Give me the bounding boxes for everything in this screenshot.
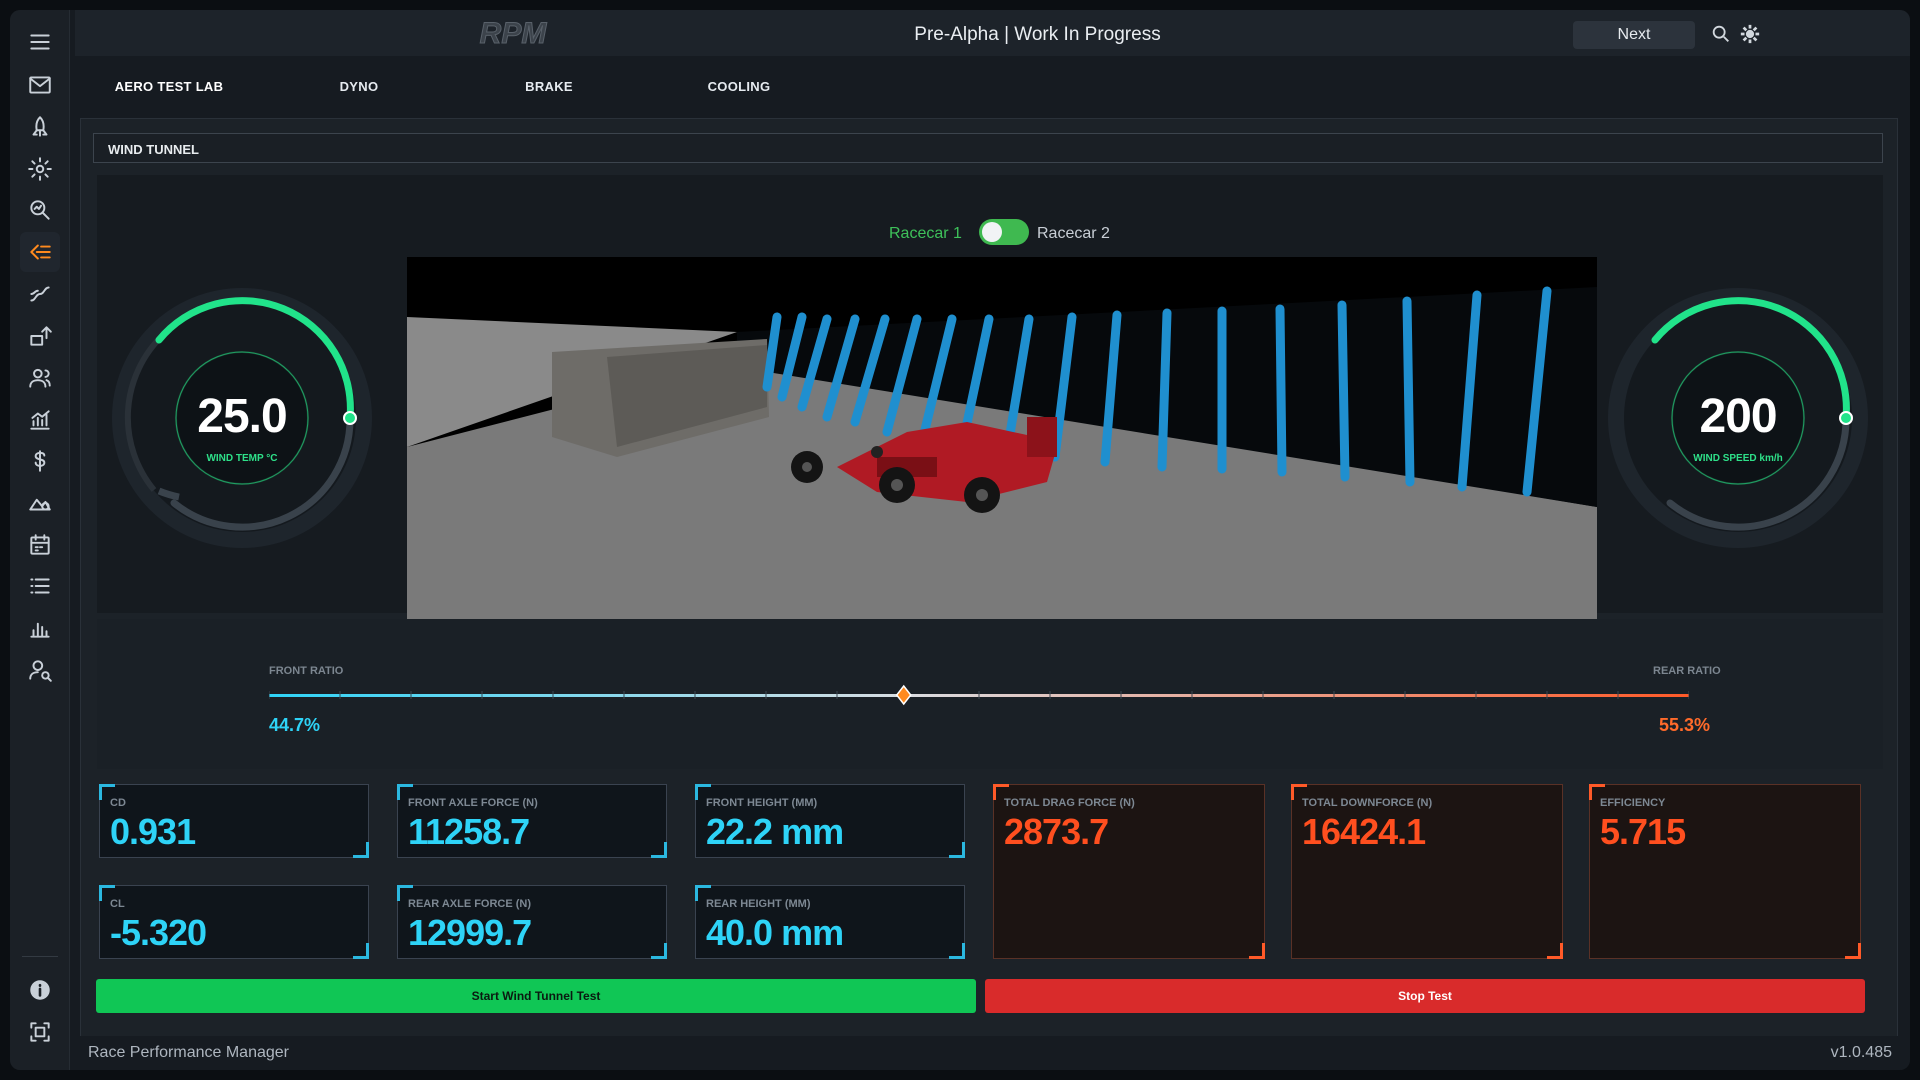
toggle-knob: [982, 222, 1002, 242]
menu-icon[interactable]: [20, 22, 60, 62]
cl-card: CL -5.320: [99, 885, 369, 959]
total-drag-label: TOTAL DRAG FORCE (N): [1004, 797, 1135, 809]
ratio-slider[interactable]: [269, 681, 1689, 711]
wind-temp-value: 25.0: [197, 390, 287, 443]
aero-icon[interactable]: [20, 232, 60, 272]
upgrade-icon[interactable]: [20, 316, 60, 356]
next-button[interactable]: Next: [1573, 21, 1695, 49]
racecar-1-label[interactable]: Racecar 1: [889, 225, 962, 243]
racecar-2-label[interactable]: Racecar 2: [1037, 225, 1110, 243]
tab-aero-test-lab[interactable]: AERO TEST LAB: [84, 66, 254, 106]
scout-icon[interactable]: [20, 650, 60, 690]
list-icon[interactable]: [20, 566, 60, 606]
rear-height-card: REAR HEIGHT (MM) 40.0 mm: [695, 885, 965, 959]
rear-axle-value: 12999.7: [408, 912, 532, 953]
mail-icon[interactable]: [20, 65, 60, 105]
ratio-area: FRONT RATIO REAR RATIO 44.7% 55.3%: [97, 619, 1883, 769]
rear-axle-label: REAR AXLE FORCE (N): [408, 898, 532, 910]
info-icon[interactable]: [20, 970, 60, 1010]
front-height-card: FRONT HEIGHT (MM) 22.2 mm: [695, 784, 965, 858]
ratio-thumb: [895, 684, 912, 706]
wind-tunnel-viewport[interactable]: [407, 257, 1597, 629]
cl-value: -5.320: [110, 912, 207, 953]
stop-test-button[interactable]: Stop Test: [985, 979, 1865, 1013]
cd-value: 0.931: [110, 811, 196, 852]
front-ratio-value: 44.7%: [269, 715, 321, 735]
dollar-icon[interactable]: [20, 441, 60, 481]
racecar-toggle[interactable]: [979, 219, 1029, 245]
rear-ratio-value: 55.3%: [1659, 715, 1711, 735]
wind-speed-label: WIND SPEED km/h: [1693, 453, 1783, 464]
front-axle-card: FRONT AXLE FORCE (N) 11258.7: [397, 784, 667, 858]
section-title: WIND TUNNEL: [108, 142, 199, 157]
sidebar-divider: [22, 956, 58, 957]
wind-speed-gauge: 200 WIND SPEED km/h: [1605, 285, 1871, 551]
app-window: RPM Pre-Alpha | Work In Progress Next AE…: [10, 10, 1910, 1070]
front-axle-label: FRONT AXLE FORCE (N): [408, 797, 538, 809]
section-header: WIND TUNNEL: [93, 133, 1883, 163]
curve-icon[interactable]: [20, 274, 60, 314]
cd-label: CD: [110, 797, 126, 809]
sidebar: [10, 10, 70, 1070]
front-height-value: 22.2 mm: [706, 811, 844, 852]
efficiency-label: EFFICIENCY: [1600, 797, 1666, 809]
tab-dyno[interactable]: DYNO: [274, 66, 444, 106]
efficiency-value: 5.715: [1600, 811, 1686, 852]
wind-tunnel-panel: WIND TUNNEL Racecar 1 Racecar 2 25.0 WIN…: [80, 118, 1898, 1038]
search-icon[interactable]: [1710, 23, 1732, 45]
rear-height-label: REAR HEIGHT (MM): [706, 898, 811, 910]
standings-icon[interactable]: [20, 608, 60, 648]
rear-height-value: 40.0 mm: [706, 912, 844, 953]
search-analytics-icon[interactable]: [20, 190, 60, 230]
calendar-icon[interactable]: [20, 525, 60, 565]
tab-brake[interactable]: BRAKE: [464, 66, 634, 106]
rear-axle-card: REAR AXLE FORCE (N) 12999.7: [397, 885, 667, 959]
wind-temp-gauge: 25.0 WIND TEMP °C: [109, 285, 375, 551]
cd-card: CD 0.931: [99, 784, 369, 858]
version-label: v1.0.485: [1830, 1044, 1892, 1061]
total-downforce-card: TOTAL DOWNFORCE (N) 16424.1: [1291, 784, 1563, 959]
total-drag-card: TOTAL DRAG FORCE (N) 2873.7: [993, 784, 1265, 959]
rocket-icon[interactable]: [20, 107, 60, 147]
scan-icon[interactable]: [20, 1012, 60, 1052]
staff-icon[interactable]: [20, 358, 60, 398]
front-axle-value: 11258.7: [408, 811, 530, 852]
wind-temp-label: WIND TEMP °C: [206, 453, 278, 464]
tunnel-area: Racecar 1 Racecar 2 25.0 WIND TEMP °C 20…: [97, 175, 1883, 629]
status-bar: Race Performance Manager v1.0.485: [70, 1036, 1910, 1070]
telemetry-icon[interactable]: [20, 483, 60, 523]
total-drag-value: 2873.7: [1004, 811, 1109, 852]
settings-icon[interactable]: [20, 149, 60, 189]
top-bar: RPM Pre-Alpha | Work In Progress Next: [75, 10, 1910, 56]
gear-icon[interactable]: [1739, 23, 1761, 45]
wind-speed-value: 200: [1699, 390, 1777, 443]
cl-label: CL: [110, 898, 125, 910]
app-name: Race Performance Manager: [88, 1044, 289, 1061]
chart-icon[interactable]: [20, 400, 60, 440]
total-downforce-value: 16424.1: [1302, 811, 1426, 852]
tab-cooling[interactable]: COOLING: [654, 66, 824, 106]
front-height-label: FRONT HEIGHT (MM): [706, 797, 818, 809]
efficiency-card: EFFICIENCY 5.715: [1589, 784, 1861, 959]
start-test-button[interactable]: Start Wind Tunnel Test: [96, 979, 976, 1013]
rear-ratio-label: REAR RATIO: [1653, 665, 1721, 677]
total-downforce-label: TOTAL DOWNFORCE (N): [1302, 797, 1433, 809]
front-ratio-label: FRONT RATIO: [269, 665, 344, 677]
